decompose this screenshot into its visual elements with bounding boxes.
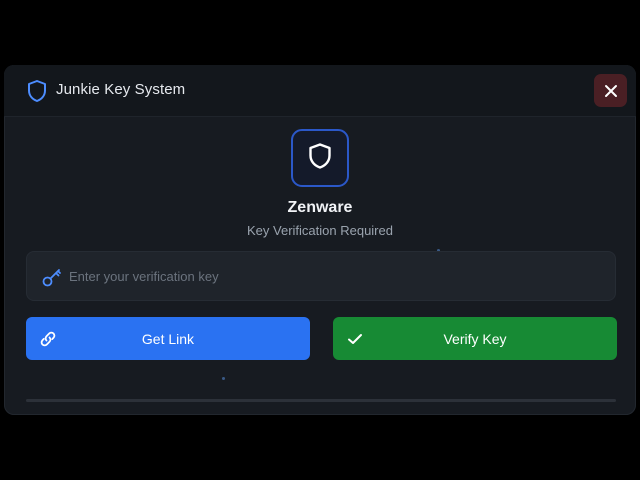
- shield-icon: [26, 79, 48, 103]
- key-system-window: Junkie Key System Zenware Key Verificati…: [4, 65, 636, 415]
- key-icon: [41, 266, 63, 288]
- brand-logo: [291, 129, 349, 187]
- decorative-dot: [222, 377, 225, 380]
- verification-key-input[interactable]: [69, 252, 599, 300]
- brand-name: Zenware: [287, 199, 353, 216]
- close-icon: [604, 84, 618, 98]
- key-field[interactable]: [26, 251, 616, 301]
- progress-track: [26, 399, 616, 402]
- title-bar: Junkie Key System: [4, 65, 636, 117]
- close-button[interactable]: [594, 74, 627, 107]
- verify-key-label: Verify Key: [443, 331, 507, 347]
- verify-key-button[interactable]: Verify Key: [333, 317, 617, 360]
- window-title: Junkie Key System: [56, 81, 186, 98]
- get-link-button[interactable]: Get Link: [26, 317, 310, 360]
- get-link-label: Get Link: [141, 331, 195, 347]
- screen: Junkie Key System Zenware Key Verificati…: [0, 0, 640, 480]
- shield-icon: [307, 142, 333, 175]
- brand-subtitle: Key Verification Required: [247, 223, 393, 238]
